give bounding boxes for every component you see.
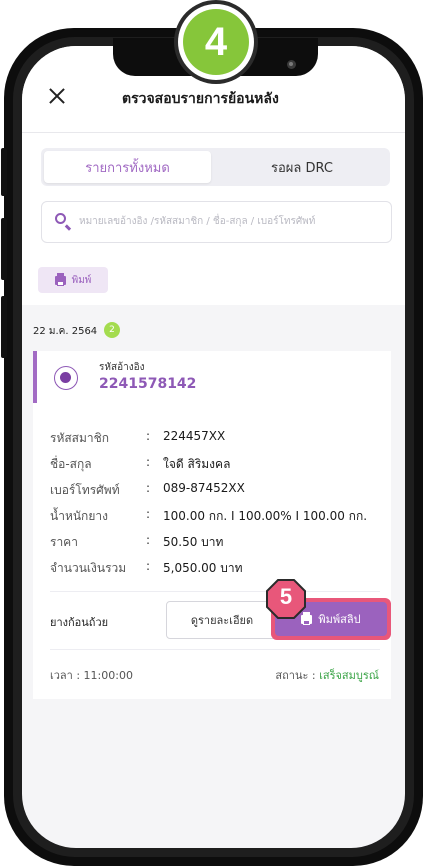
- print-button-label: พิมพ์: [71, 274, 92, 286]
- phone-side-button: [1, 296, 7, 358]
- view-details-button[interactable]: ดูรายละเอียด: [166, 601, 278, 639]
- time-label: เวลา : 11:00:00: [50, 669, 133, 682]
- camera-icon: [287, 60, 296, 69]
- transaction-card: รหัสอ้างอิง 2241578142 รหัสสมาชิก : 2244…: [33, 351, 391, 699]
- print-button[interactable]: พิมพ์: [38, 267, 108, 293]
- detail-label-phone: เบอร์โทรศัพท์: [50, 483, 120, 497]
- detail-value-phone: 089-87452XX: [163, 481, 245, 495]
- divider: [50, 649, 380, 650]
- detail-label-total: จำนวนเงินรวม: [50, 561, 127, 575]
- tab-pending-drc[interactable]: รอผล DRC: [217, 151, 387, 183]
- detail-value-total: 5,050.00 บาท: [163, 561, 243, 575]
- status-badge: เสร็จสมบูรณ์: [319, 669, 379, 682]
- search-icon: [55, 213, 66, 224]
- status-row: สถานะ : เสร็จสมบูรณ์: [275, 666, 379, 684]
- detail-colon: :: [146, 481, 151, 495]
- detail-label-weight: น้ำหนักยาง: [50, 509, 108, 523]
- detail-value-member: 224457XX: [163, 429, 226, 443]
- print-slip-label: พิมพ์สลิป: [318, 613, 361, 626]
- step-number: 5: [279, 584, 293, 609]
- phone-side-button: [1, 218, 7, 280]
- detail-label-price: ราคา: [50, 535, 78, 549]
- detail-colon: :: [146, 455, 151, 469]
- detail-colon: :: [146, 559, 151, 573]
- search-input[interactable]: หมายเลขอ้างอิง /รหัสสมาชิก / ชื่อ-สกุล /…: [41, 201, 392, 243]
- search-placeholder: หมายเลขอ้างอิง /รหัสสมาชิก / ชื่อ-สกุล /…: [79, 216, 316, 227]
- filter-section: รายการทั้งหมด รอผล DRC หมายเลขอ้างอิง /ร…: [22, 132, 405, 305]
- detail-colon: :: [146, 429, 151, 443]
- detail-value-name: ใจดี สิริมงคล: [163, 457, 231, 471]
- ref-label: รหัสอ้างอิง: [99, 362, 145, 373]
- tab-all-items[interactable]: รายการทั้งหมด: [44, 151, 211, 183]
- status-label: สถานะ :: [275, 669, 316, 682]
- count-badge: 2: [104, 322, 120, 338]
- detail-colon: :: [146, 533, 151, 547]
- group-date: 22 ม.ค. 2564: [33, 326, 98, 337]
- tab-bar: รายการทั้งหมด รอผล DRC: [41, 148, 390, 186]
- detail-value-weight: 100.00 กก. I 100.00% I 100.00 กก.: [163, 509, 368, 523]
- step-number: 4: [183, 9, 249, 75]
- product-type: ยางก้อนถ้วย: [50, 616, 109, 629]
- detail-label-member: รหัสสมาชิก: [50, 431, 110, 445]
- card-header: รหัสอ้างอิง 2241578142: [33, 351, 391, 403]
- step-marker-5: 5: [265, 578, 307, 620]
- ref-value: 2241578142: [99, 376, 197, 392]
- detail-value-price: 50.50 บาท: [163, 535, 224, 549]
- phone-side-button: [1, 148, 7, 196]
- close-icon[interactable]: [49, 88, 65, 104]
- app-screen: ตรวจสอบรายการย้อนหลัง รายการทั้งหมด รอผล…: [22, 46, 405, 848]
- detail-label-name: ชื่อ-สกุล: [50, 457, 92, 471]
- detail-colon: :: [146, 507, 151, 521]
- coin-icon: [54, 366, 78, 390]
- printer-icon: [54, 272, 66, 286]
- step-marker-4: 4: [174, 0, 258, 84]
- divider: [50, 591, 380, 592]
- page-title: ตรวจสอบรายการย้อนหลัง: [122, 91, 279, 107]
